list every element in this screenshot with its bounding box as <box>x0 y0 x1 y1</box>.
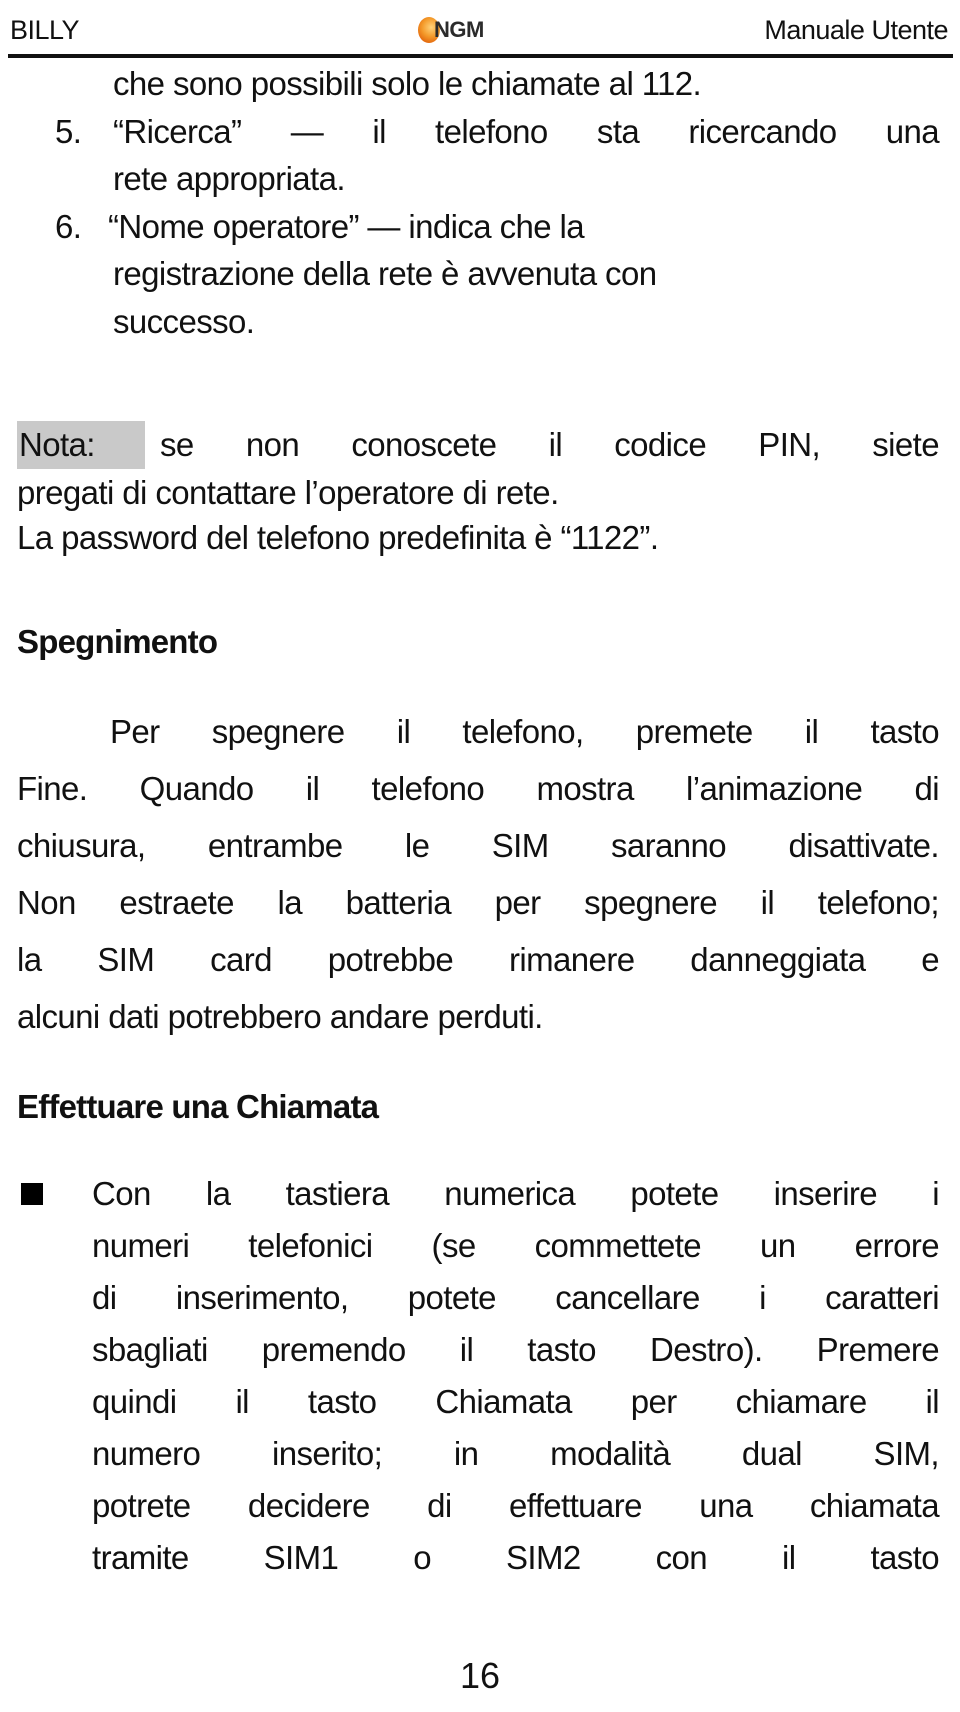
paragraph-line: Fine. Quando il telefono mostra l’animaz… <box>17 770 940 807</box>
logo-text: NGM <box>434 17 484 42</box>
list-item-line: rete appropriata. <box>113 160 346 197</box>
note-label: Nota: <box>19 426 95 463</box>
list-item-number: 5. <box>55 113 82 150</box>
list-item-number: 6. <box>55 208 82 245</box>
note-line: se non conoscete il codice PIN, siete <box>160 426 940 463</box>
header-divider <box>8 54 953 58</box>
section-heading: Spegnimento <box>17 623 218 660</box>
bullet-line: di inserimento, potete cancellare i cara… <box>92 1279 940 1316</box>
note-line: La password del telefono predefinita è “… <box>17 519 659 556</box>
bullet-line: numero inserito; in modalità dual SIM, <box>92 1435 940 1472</box>
note-line: pregati di contattare l’operatore di ret… <box>17 474 559 511</box>
brand-logo: NGM <box>418 14 484 46</box>
bullet-line: Con la tastiera numerica potete inserire… <box>92 1175 940 1212</box>
header-product-name: BILLY <box>10 15 80 45</box>
bullet-line: tramite SIM1 o SIM2 con il tasto <box>92 1539 940 1576</box>
list-item-line: “Nome operatore” — indica che la <box>108 208 585 245</box>
list-item-line: successo. <box>113 303 255 340</box>
list-item-line: registrazione della rete è avvenuta con <box>113 255 657 292</box>
paragraph-line: Non estraete la batteria per spegnere il… <box>17 884 940 921</box>
paragraph-line: alcuni dati potrebbero andare perduti. <box>17 998 543 1035</box>
bullet-line: numeri telefonici (se commettete un erro… <box>92 1227 940 1264</box>
manual-page: BILLY NGM Manuale Utente che sono possib… <box>0 0 960 1712</box>
paragraph-line: chiusura, entrambe le SIM saranno disatt… <box>17 827 940 864</box>
bullet-square-icon <box>21 1183 43 1205</box>
header-manual-title: Manuale Utente <box>764 15 948 45</box>
list-item-line: “Ricerca” — il telefono sta ricercando u… <box>113 113 940 150</box>
list-continuation-line: che sono possibili solo le chiamate al 1… <box>113 65 702 102</box>
page-number: 16 <box>459 1655 501 1696</box>
paragraph-line: la SIM card potrebbe rimanere danneggiat… <box>17 941 940 978</box>
bullet-line: quindi il tasto Chiamata per chiamare il <box>92 1383 940 1420</box>
bullet-line: sbagliati premendo il tasto Destro). Pre… <box>92 1331 940 1368</box>
bullet-line: potrete decidere di effettuare una chiam… <box>92 1487 940 1524</box>
paragraph-line: Per spegnere il telefono, premete il tas… <box>110 713 940 750</box>
section-heading: Effettuare una Chiamata <box>17 1088 379 1125</box>
